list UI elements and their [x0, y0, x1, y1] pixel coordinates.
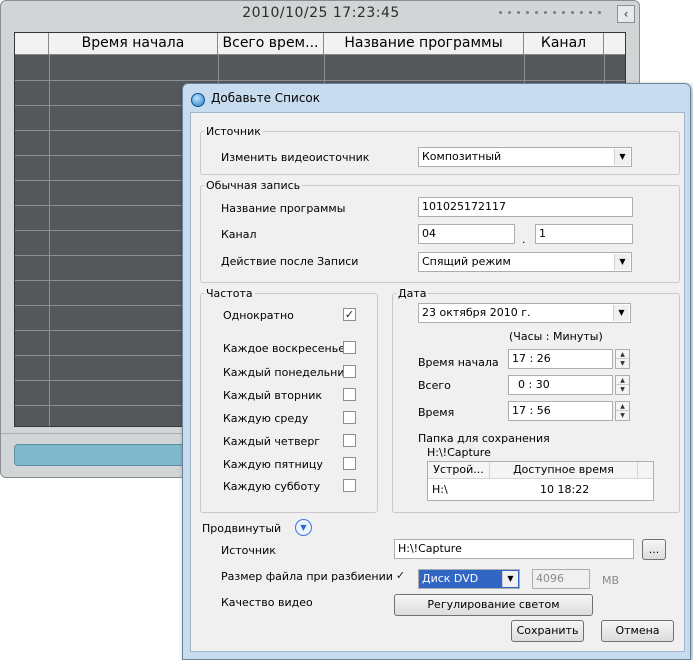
frequency-tuesday-label: Каждый вторник: [223, 389, 322, 402]
cancel-button[interactable]: Отмена: [601, 620, 674, 642]
column-header-blank: [15, 33, 49, 55]
frequency-thursday-label: Каждый четверг: [223, 435, 321, 448]
advanced-source-input[interactable]: H:\!Capture: [394, 539, 634, 559]
frequency-sunday-label: Каждое воскресенье: [223, 342, 345, 355]
title-grip: [499, 11, 609, 19]
frequency-tuesday-checkbox[interactable]: [343, 388, 356, 401]
split-checkbox[interactable]: ✓: [394, 570, 407, 583]
end-time-input[interactable]: 17 : 56: [508, 401, 613, 421]
save-folder-label: Папка для сохранения: [418, 432, 550, 445]
date-legend: Дата: [398, 287, 427, 300]
channel-separator: .: [522, 233, 526, 246]
drive-list[interactable]: Устрой... Доступное время H:\ 10 18:22: [427, 461, 654, 501]
spin-down-icon[interactable]: ▼: [616, 385, 629, 394]
frequency-wednesday-checkbox[interactable]: [343, 411, 356, 424]
channel-major-input[interactable]: 04: [418, 224, 515, 244]
split-media-select[interactable]: Диск DVD ▼: [418, 569, 520, 589]
split-unit-label: MB: [602, 574, 620, 587]
program-name-input[interactable]: 101025172117: [418, 197, 633, 217]
dropdown-arrow-icon[interactable]: ▼: [614, 254, 630, 270]
end-time-spinner[interactable]: ▲ ▼: [615, 401, 630, 421]
dropdown-arrow-icon[interactable]: ▼: [614, 149, 630, 165]
schedule-table-header: Время начала Всего врем... Название прог…: [15, 33, 625, 55]
total-input[interactable]: 0 : 30: [508, 375, 613, 395]
spin-up-icon[interactable]: ▲: [616, 376, 629, 385]
column-header-blank: [638, 462, 653, 479]
add-list-dialog: Добавьте Список Источник Изменить видеои…: [182, 83, 691, 660]
column-header-device[interactable]: Устрой...: [428, 462, 490, 479]
source-select-value: Композитный: [422, 150, 502, 163]
total-spinner[interactable]: ▲ ▼: [615, 375, 630, 395]
channel-minor-input[interactable]: 1: [535, 224, 633, 244]
drive-list-header: Устрой... Доступное время: [428, 462, 653, 479]
brightness-button[interactable]: Регулирование светом: [394, 594, 593, 616]
minimize-button[interactable]: ‹: [617, 5, 635, 23]
change-source-label: Изменить видеоисточник: [221, 151, 370, 164]
hours-minutes-hint: (Часы : Минуты): [509, 330, 603, 343]
after-record-value: Спящий режим: [422, 255, 511, 268]
spin-down-icon[interactable]: ▼: [616, 359, 629, 368]
advanced-source-label: Источник: [221, 544, 276, 557]
grid-line: [15, 80, 625, 81]
save-folder-path: H:\!Capture: [427, 446, 491, 459]
separator: [1, 433, 191, 434]
split-media-value: Диск DVD: [422, 572, 479, 585]
frequency-once-checkbox[interactable]: ✓: [343, 308, 356, 321]
available-time-cell[interactable]: 10 18:22: [540, 483, 589, 496]
column-header-start[interactable]: Время начала: [49, 33, 218, 55]
grid-line: [49, 55, 50, 426]
spin-up-icon[interactable]: ▲: [616, 402, 629, 411]
column-header-available[interactable]: Доступное время: [490, 462, 638, 479]
column-header-total[interactable]: Всего врем...: [218, 33, 324, 55]
start-time-label: Время начала: [418, 356, 499, 369]
frequency-sunday-checkbox[interactable]: [343, 341, 356, 354]
collapse-chevron-icon[interactable]: ▼: [295, 519, 312, 536]
normal-record-legend: Обычная запись: [206, 179, 301, 192]
program-name-label: Название программы: [221, 202, 346, 215]
column-header-program[interactable]: Название программы: [324, 33, 524, 55]
source-select[interactable]: Композитный ▼: [418, 147, 632, 167]
column-header-channel[interactable]: Канал: [524, 33, 604, 55]
dialog-title: Добавьте Список: [211, 91, 321, 105]
frequency-thursday-checkbox[interactable]: [343, 434, 356, 447]
after-record-select[interactable]: Спящий режим ▼: [418, 252, 632, 272]
frequency-wednesday-label: Каждую среду: [223, 412, 309, 425]
frequency-once-label: Однократно: [223, 309, 294, 322]
spin-down-icon[interactable]: ▼: [616, 411, 629, 420]
advanced-label: Продвинутый: [202, 522, 282, 535]
date-picker-value: 23 октября 2010 г.: [422, 306, 531, 319]
app-icon: [191, 93, 205, 107]
channel-label: Канал: [221, 228, 257, 241]
end-time-label: Время: [418, 406, 455, 419]
frequency-monday-label: Каждый понедельник: [223, 366, 352, 379]
browse-button[interactable]: ...: [642, 539, 666, 560]
frequency-saturday-checkbox[interactable]: [343, 479, 356, 492]
dropdown-arrow-icon[interactable]: ▼: [502, 571, 518, 587]
drive-cell[interactable]: H:\: [432, 483, 448, 496]
save-button[interactable]: Сохранить: [511, 620, 584, 642]
spin-up-icon[interactable]: ▲: [616, 350, 629, 359]
dropdown-arrow-icon[interactable]: ▼: [613, 305, 629, 321]
progress-bar[interactable]: [14, 444, 204, 466]
total-label: Всего: [418, 379, 451, 392]
frequency-saturday-label: Каждую субботу: [223, 480, 321, 493]
split-size-input[interactable]: 4096: [532, 569, 590, 589]
video-quality-label: Качество видео: [221, 596, 313, 609]
dialog-body: Источник Изменить видеоисточник Композит…: [190, 112, 685, 652]
frequency-legend: Частота: [206, 287, 253, 300]
after-record-label: Действие после Записи: [221, 255, 359, 268]
frequency-friday-checkbox[interactable]: [343, 457, 356, 470]
start-time-input[interactable]: 17 : 26: [508, 349, 613, 369]
frequency-monday-checkbox[interactable]: [343, 365, 356, 378]
date-picker[interactable]: 23 октября 2010 г. ▼: [418, 303, 631, 323]
frequency-friday-label: Каждую пятницу: [223, 458, 323, 471]
split-size-label: Размер файла при разбиении: [221, 570, 393, 583]
source-group-legend: Источник: [206, 125, 261, 138]
start-time-spinner[interactable]: ▲ ▼: [615, 349, 630, 369]
